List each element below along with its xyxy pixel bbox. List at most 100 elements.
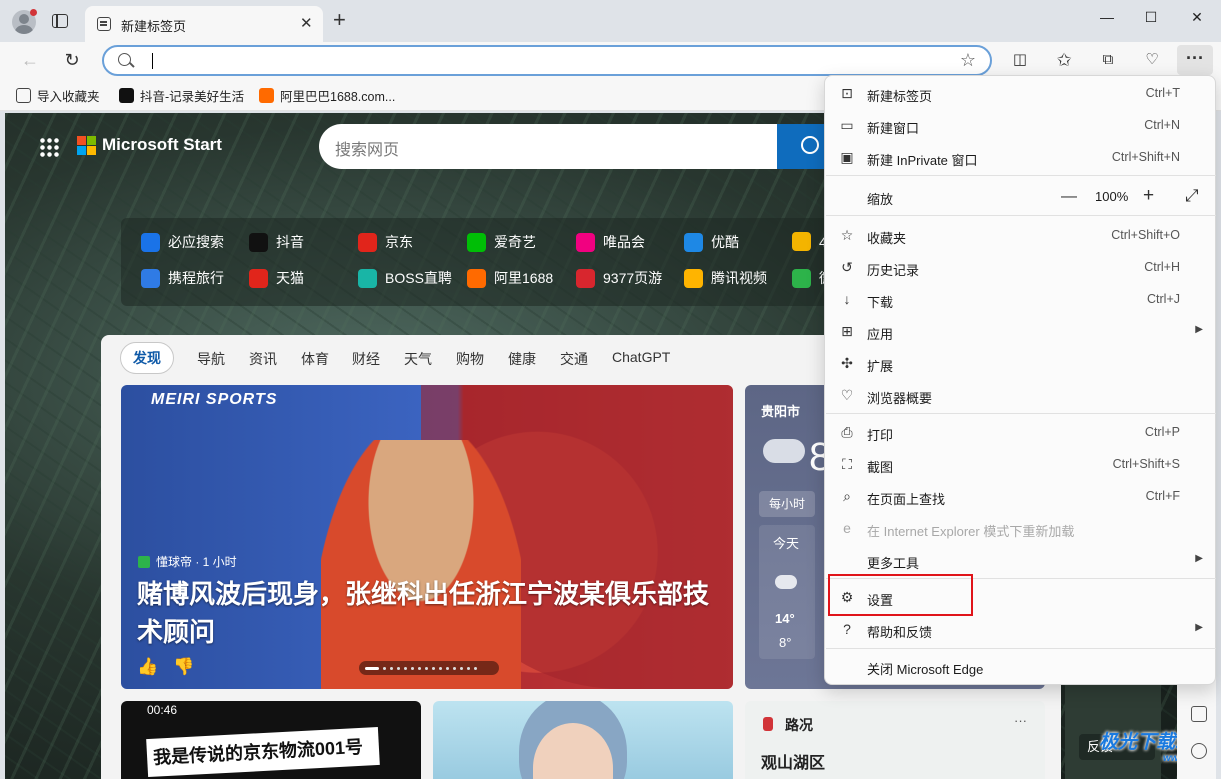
favorite-item-douyin[interactable]: 抖音-记录美好生活 (119, 86, 244, 105)
title-bar: 新建标签页 ✕ + — ☐ ✕ (0, 0, 1221, 42)
new-tab-button[interactable]: + (333, 9, 346, 31)
menu-item-help[interactable]: ? 帮助和反馈 ▶ (825, 615, 1215, 645)
quick-link[interactable]: 优酷 (684, 232, 739, 252)
video-timestamp: 00:46 (147, 703, 178, 717)
quick-link[interactable]: 唯品会 (576, 232, 645, 252)
menu-item-favorites[interactable]: ☆ 收藏夹 Ctrl+Shift+O (825, 221, 1215, 251)
carousel-dots[interactable] (359, 661, 499, 675)
like-icon[interactable]: 👍 (137, 657, 158, 677)
quick-link[interactable]: 必应搜索 (141, 232, 224, 252)
favorite-item-import[interactable]: 导入收藏夹 (16, 86, 100, 105)
tab-close-button[interactable]: ✕ (300, 14, 313, 32)
menu-item-screenshot[interactable]: ⛶ 截图 Ctrl+Shift+S (825, 450, 1215, 480)
alibaba-icon (259, 88, 274, 103)
back-arrow-icon[interactable]: ← (18, 48, 42, 72)
dislike-icon[interactable]: 👎 (173, 657, 194, 677)
tab-discover[interactable]: 发现 (120, 342, 174, 374)
tab-sports[interactable]: 体育 (301, 349, 329, 369)
quick-link[interactable]: BOSS直聘 (358, 268, 452, 288)
menu-item-extensions[interactable]: ✣ 扩展 (825, 349, 1215, 379)
address-input[interactable] (148, 51, 928, 71)
menu-item-history[interactable]: ↺ 历史记录 Ctrl+H (825, 253, 1215, 283)
tab-nav[interactable]: 导航 (197, 349, 225, 369)
favorites-icon: ☆ (840, 227, 854, 243)
tab-finance[interactable]: 财经 (352, 349, 380, 369)
menu-label: 新建标签页 (867, 89, 933, 104)
tencent-video-icon (684, 268, 703, 288)
split-screen-icon[interactable]: ◫ (1008, 48, 1032, 72)
traffic-card[interactable]: 路况 ··· 观山湖区 (745, 701, 1045, 779)
favorites-star-icon[interactable]: ✩ (1052, 48, 1076, 72)
brand-title: Microsoft Start (102, 135, 222, 154)
fullscreen-icon[interactable]: ⤢ (1185, 186, 1199, 206)
menu-item-downloads[interactable]: ↓ 下载 Ctrl+J (825, 285, 1215, 315)
menu-item-more-tools[interactable]: 更多工具 ▶ (825, 546, 1215, 576)
favorite-item-alibaba[interactable]: 阿里巴巴1688.com... (259, 86, 395, 105)
hero-headline[interactable]: 赌博风波后现身，张继科出任浙江宁波某俱乐部技术顾问 (137, 575, 717, 651)
settings-and-more-button[interactable]: ··· (1177, 45, 1213, 75)
video-news-card[interactable]: 00:46 我是传说的京东物流001号 (121, 701, 421, 779)
menu-item-new-tab[interactable]: ⊡ 新建标签页 Ctrl+T (825, 79, 1215, 109)
menu-label: 收藏夹 (867, 231, 907, 246)
close-window-button[interactable]: ✕ (1174, 6, 1220, 30)
text-cursor (152, 53, 153, 69)
minimize-button[interactable]: — (1084, 6, 1130, 30)
hourly-button[interactable]: 每小时 (759, 491, 815, 517)
quick-link[interactable]: 腾讯视频 (684, 268, 767, 288)
quick-link[interactable]: 9377页游 (576, 268, 662, 288)
menu-divider (826, 175, 1216, 176)
external-link-icon[interactable] (1191, 706, 1207, 722)
quick-link[interactable]: 天猫 (249, 268, 304, 288)
menu-item-inprivate[interactable]: ▣ 新建 InPrivate 窗口 Ctrl+Shift+N (825, 143, 1215, 173)
quick-link[interactable]: 京东 (358, 232, 413, 252)
maximize-button[interactable]: ☐ (1128, 6, 1174, 30)
menu-label: 新建 InPrivate 窗口 (867, 153, 978, 168)
photo-news-card[interactable] (433, 701, 733, 779)
tab-news[interactable]: 资讯 (249, 349, 277, 369)
tab-title: 新建标签页 (121, 19, 187, 34)
menu-label: 帮助和反馈 (867, 625, 933, 640)
menu-label: 浏览器概要 (867, 391, 933, 406)
address-bar[interactable]: ☆ (102, 45, 992, 76)
weather-city[interactable]: 贵阳市 (761, 401, 800, 420)
zoom-value: 100% (1095, 189, 1129, 204)
tab-new-tab[interactable]: 新建标签页 ✕ (85, 6, 323, 42)
menu-item-find[interactable]: ⌕ 在页面上查找 Ctrl+F (825, 482, 1215, 512)
tab-weather[interactable]: 天气 (404, 349, 432, 369)
menu-item-print[interactable]: ⎙ 打印 Ctrl+P (825, 418, 1215, 448)
collections-icon[interactable]: ⧉ (1096, 48, 1120, 72)
tab-health[interactable]: 健康 (508, 349, 536, 369)
web-search-input[interactable]: 搜索网页 (319, 124, 779, 169)
refresh-icon[interactable]: ↻ (60, 48, 84, 72)
quick-link[interactable]: 阿里1688 (467, 268, 553, 288)
zoom-out-button[interactable]: — (1061, 188, 1077, 206)
download-icon: ↓ (843, 291, 851, 307)
quick-link-label: 必应搜索 (168, 234, 224, 250)
tab-shopping[interactable]: 购物 (456, 349, 484, 369)
extensions-icon: ✣ (841, 355, 853, 371)
menu-item-browser-essentials[interactable]: ♡ 浏览器概要 (825, 381, 1215, 411)
hero-news-card[interactable]: MEIRI SPORTS 懂球帝 · 1 小时 赌博风波后现身，张继科出任浙江宁… (121, 385, 733, 689)
weather-day: 今天 (773, 536, 800, 551)
tab-chatgpt[interactable]: ChatGPT (612, 349, 670, 365)
quick-link[interactable]: 4 (792, 232, 827, 251)
weather-low: 8° (779, 635, 792, 650)
inprivate-icon: ▣ (840, 149, 854, 165)
tab-actions-icon[interactable] (52, 14, 68, 28)
quick-link[interactable]: 携程旅行 (141, 268, 224, 288)
quick-link[interactable]: 爱奇艺 (467, 232, 536, 252)
quick-link[interactable]: 抖音 (249, 232, 304, 252)
menu-item-apps[interactable]: ⊞ 应用 ▶ (825, 317, 1215, 347)
quick-link-label: 抖音 (276, 234, 304, 250)
tab-traffic[interactable]: 交通 (560, 349, 588, 369)
more-options-icon[interactable]: ··· (1014, 713, 1027, 728)
menu-item-new-window[interactable]: ▭ 新建窗口 Ctrl+N (825, 111, 1215, 141)
sidebar-settings-icon[interactable] (1191, 743, 1207, 759)
add-favorite-star-icon[interactable]: ☆ (960, 50, 976, 71)
quick-link-label: 京东 (385, 234, 413, 250)
browser-essentials-heart-icon[interactable]: ♡ (1140, 48, 1164, 72)
zoom-in-button[interactable]: + (1143, 185, 1154, 207)
menu-item-close-edge[interactable]: 关闭 Microsoft Edge (825, 652, 1215, 682)
apps-launcher-icon[interactable] (39, 137, 59, 157)
person-photo (533, 723, 613, 779)
